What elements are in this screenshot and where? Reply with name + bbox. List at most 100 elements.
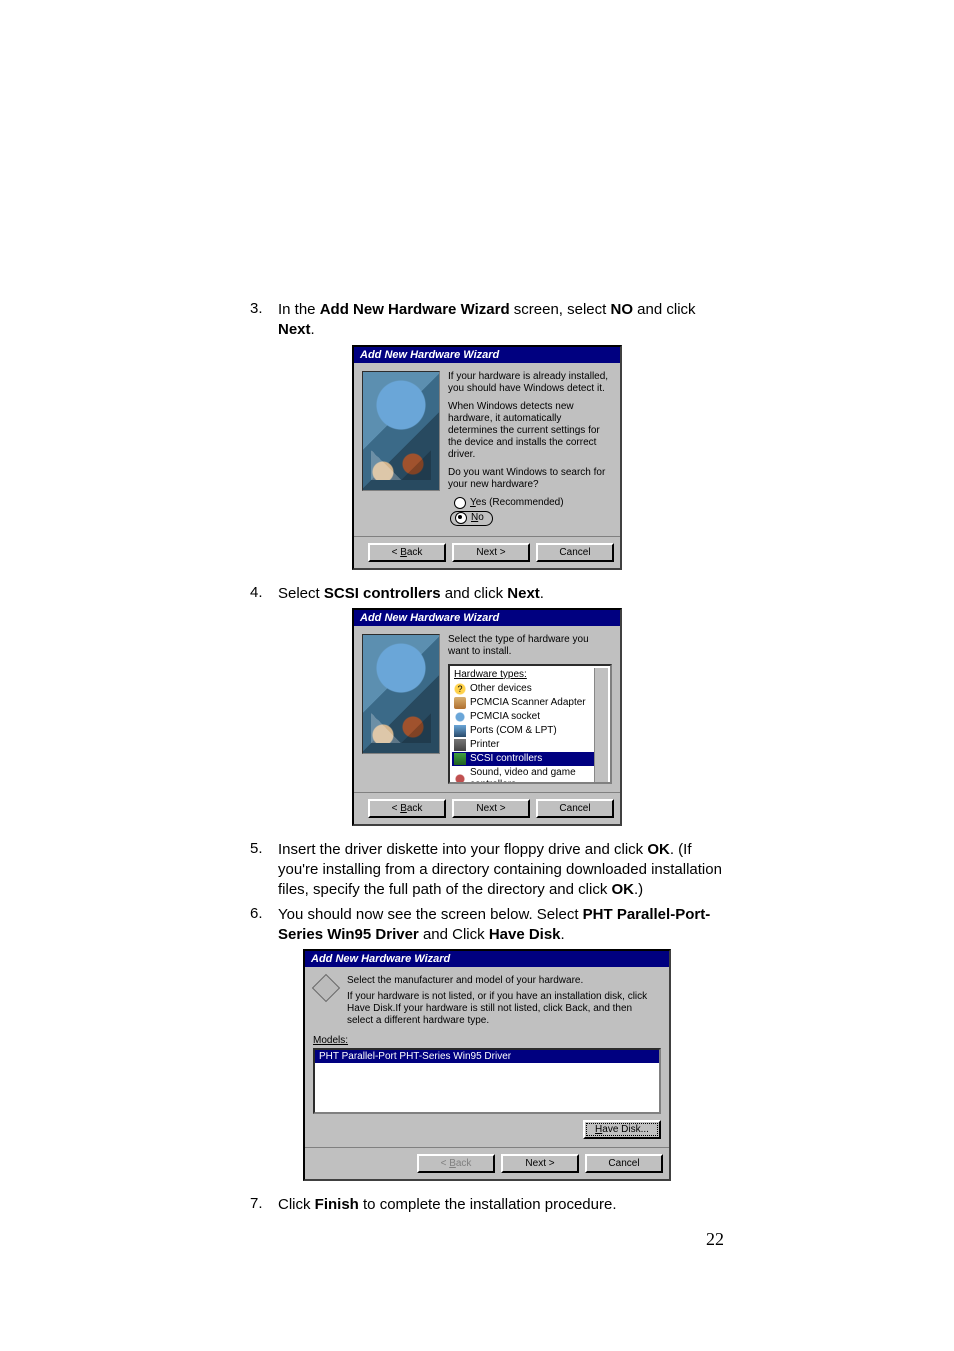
step-3: 3. In the Add New Hardware Wizard screen… bbox=[250, 300, 724, 341]
text-bold: Finish bbox=[315, 1196, 359, 1213]
radio-label: o bbox=[478, 512, 484, 523]
list-item-label: PCMCIA socket bbox=[470, 711, 540, 723]
text: Click bbox=[278, 1196, 315, 1213]
list-item-selected[interactable]: SCSI controllers bbox=[452, 752, 594, 766]
text: .) bbox=[634, 881, 643, 898]
step-number: 4. bbox=[250, 584, 278, 601]
dialog-text: If your hardware is already installed, y… bbox=[448, 371, 612, 395]
step-text: Insert the driver diskette into your flo… bbox=[278, 840, 724, 901]
text-bold: Add New Hardware Wizard bbox=[320, 301, 510, 318]
text: < bbox=[441, 1158, 450, 1169]
text: and click bbox=[441, 585, 508, 602]
text: screen, select bbox=[510, 301, 611, 318]
list-item[interactable]: Sound, video and game controllers bbox=[452, 766, 594, 784]
cancel-button[interactable]: Cancel bbox=[536, 543, 614, 562]
list-item[interactable]: Ports (COM & LPT) bbox=[452, 724, 594, 738]
models-label: odels: bbox=[321, 1035, 348, 1046]
next-button[interactable]: Next > bbox=[452, 799, 530, 818]
text: and click bbox=[633, 301, 696, 318]
next-button[interactable]: Next > bbox=[452, 543, 530, 562]
text: < bbox=[392, 547, 401, 558]
radio-icon bbox=[455, 512, 467, 524]
text-bold: Next bbox=[278, 321, 311, 338]
text: to complete the installation procedure. bbox=[359, 1196, 617, 1213]
list-item-label: PCMCIA Scanner Adapter bbox=[470, 697, 586, 709]
list-item-label: Sound, video and game controllers bbox=[470, 767, 592, 784]
instruction-list: 3. In the Add New Hardware Wizard screen… bbox=[250, 300, 724, 341]
text: In the bbox=[278, 301, 320, 318]
have-disk-button[interactable]: Have Disk... bbox=[583, 1120, 661, 1139]
text-bold: OK bbox=[647, 841, 670, 858]
dialog-add-new-hardware-3: Add New Hardware Wizard Select the manuf… bbox=[303, 949, 671, 1181]
text: You should now see the screen below. Sel… bbox=[278, 906, 583, 923]
mnemonic: B bbox=[400, 803, 407, 814]
mnemonic: B bbox=[449, 1158, 456, 1169]
dialog-add-new-hardware-1: Add New Hardware Wizard If your hardware… bbox=[352, 345, 622, 570]
cancel-button[interactable]: Cancel bbox=[536, 799, 614, 818]
pcmcia-icon bbox=[454, 697, 466, 709]
ports-icon bbox=[454, 725, 466, 737]
wizard-sidebar-image bbox=[362, 634, 440, 754]
dialog-button-bar: < Back Next > Cancel bbox=[354, 792, 620, 824]
dialog-text: Select the type of hardware you want to … bbox=[448, 634, 612, 658]
page-number: 22 bbox=[250, 1229, 724, 1250]
question-icon bbox=[454, 683, 466, 695]
dialog-text: Select the manufacturer and model of you… bbox=[347, 975, 661, 987]
step-text: Select SCSI controllers and click Next. bbox=[278, 584, 724, 604]
button-label: ave Disk... bbox=[602, 1124, 649, 1135]
next-button[interactable]: Next > bbox=[501, 1154, 579, 1173]
text: ack bbox=[407, 547, 423, 558]
models-listbox[interactable]: PHT Parallel-Port PHT-Series Win95 Drive… bbox=[313, 1048, 661, 1114]
step-text: In the Add New Hardware Wizard screen, s… bbox=[278, 300, 724, 341]
list-item[interactable]: PCMCIA Scanner Adapter bbox=[452, 696, 594, 710]
dialog-titlebar: Add New Hardware Wizard bbox=[354, 347, 620, 363]
step-number: 6. bbox=[250, 905, 278, 922]
text: Select bbox=[278, 585, 324, 602]
back-button[interactable]: < Back bbox=[368, 543, 446, 562]
list-item-label: Ports (COM & LPT) bbox=[470, 725, 557, 737]
back-button[interactable]: < Back bbox=[417, 1154, 495, 1173]
step-7: 7. Click Finish to complete the installa… bbox=[250, 1195, 724, 1215]
dialog-button-bar: < Back Next > Cancel bbox=[354, 536, 620, 568]
back-button[interactable]: < Back bbox=[368, 799, 446, 818]
radio-yes[interactable]: Yes (Recommended) bbox=[454, 497, 612, 509]
list-item[interactable]: Printer bbox=[452, 738, 594, 752]
document-page: 3. In the Add New Hardware Wizard screen… bbox=[0, 0, 954, 1310]
text: . bbox=[311, 321, 315, 338]
wizard-sidebar-image bbox=[362, 371, 440, 491]
step-number: 5. bbox=[250, 840, 278, 857]
sound-video-icon bbox=[454, 773, 466, 784]
list-header: ardware types: bbox=[461, 669, 527, 680]
text: ack bbox=[407, 803, 423, 814]
cancel-button[interactable]: Cancel bbox=[585, 1154, 663, 1173]
mnemonic: B bbox=[400, 547, 407, 558]
radio-no-highlighted[interactable]: No bbox=[450, 511, 493, 526]
radio-label: es (Recommended) bbox=[476, 497, 564, 508]
hardware-type-listbox[interactable]: Hardware types: Other devices PCMCIA Sca… bbox=[448, 664, 612, 784]
text: Insert the driver diskette into your flo… bbox=[278, 841, 647, 858]
text-bold: OK bbox=[612, 881, 635, 898]
text-bold: Have Disk bbox=[489, 926, 561, 943]
step-5: 5. Insert the driver diskette into your … bbox=[250, 840, 724, 901]
text: . bbox=[540, 585, 544, 602]
dialog-text: When Windows detects new hardware, it au… bbox=[448, 401, 612, 461]
step-6: 6. You should now see the screen below. … bbox=[250, 905, 724, 946]
step-4: 4. Select SCSI controllers and click Nex… bbox=[250, 584, 724, 604]
radio-icon bbox=[454, 497, 466, 509]
dialog-button-bar: < Back Next > Cancel bbox=[305, 1147, 669, 1179]
dialog-text: Do you want Windows to search for your n… bbox=[448, 467, 612, 491]
text: . bbox=[561, 926, 565, 943]
scsi-icon bbox=[454, 753, 466, 765]
scrollbar[interactable] bbox=[594, 668, 608, 784]
list-item-selected[interactable]: PHT Parallel-Port PHT-Series Win95 Drive… bbox=[315, 1050, 659, 1063]
list-item[interactable]: PCMCIA socket bbox=[452, 710, 594, 724]
dialog-titlebar: Add New Hardware Wizard bbox=[354, 610, 620, 626]
list-item[interactable]: Other devices bbox=[452, 682, 594, 696]
step-number: 3. bbox=[250, 300, 278, 317]
hardware-category-icon bbox=[312, 974, 340, 1002]
text: < bbox=[392, 803, 401, 814]
step-text: You should now see the screen below. Sel… bbox=[278, 905, 724, 946]
dialog-titlebar: Add New Hardware Wizard bbox=[305, 951, 669, 967]
text: ack bbox=[456, 1158, 472, 1169]
text-bold: NO bbox=[611, 301, 634, 318]
